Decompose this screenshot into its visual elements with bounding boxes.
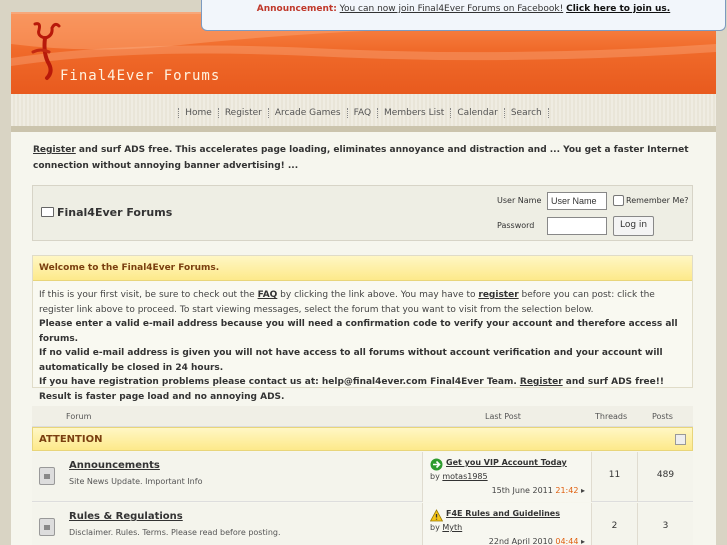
post-count: 3 [662,521,669,531]
forum-home-title[interactable]: Final4Ever Forums [41,206,172,219]
contact-notice: If you have registration problems please… [39,377,520,387]
email-warning: If no valid e-mail address is given you … [39,348,663,373]
last-post-by: by Myth [430,523,462,532]
remember-me-label: Remember Me? [626,196,689,205]
last-post-date: 15th June 2011 21:42 ▸ [492,486,585,495]
nav-calendar[interactable]: Calendar [450,108,503,118]
nav-arcade-games[interactable]: Arcade Games [267,108,347,118]
main-content: Register and surf ADS free. This acceler… [11,126,716,545]
forum-status-icon [39,467,55,485]
promo-register-link[interactable]: Register [33,145,76,155]
forum-row: Announcements Site News Update. Importan… [32,452,693,502]
username-label: User Name [497,196,542,205]
login-button[interactable]: Log in [613,216,655,236]
forum-row: Rules & Regulations Disclaimer. Rules. T… [32,503,693,545]
nav-register[interactable]: Register [217,108,268,118]
forum-title-link[interactable]: Announcements [69,460,160,471]
welcome-box: Welcome to the Final4Ever Forums. If thi… [32,255,693,402]
last-post-by: by motas1985 [430,472,488,481]
thread-count: 2 [592,503,638,545]
date-text: 22nd April 2010 [488,537,556,545]
announcement-bar: Announcement: You can now join Final4Eve… [201,0,726,31]
forum-table-header: Forum Last Post Threads Posts [32,406,693,427]
login-panel: Final4Ever Forums User Name Remember Me?… [32,185,693,241]
collapse-icon[interactable] [675,434,686,445]
go-to-last-post-icon[interactable]: ▸ [581,537,585,545]
date-text: 15th June 2011 [491,486,556,495]
welcome-text: by clicking the link above. You may have… [277,290,479,300]
site-logo-text[interactable]: Final4Ever Forums [60,68,220,84]
faq-link[interactable]: FAQ [258,290,278,300]
announcement-message-link[interactable]: You can now join Final4Ever Forums on Fa… [340,4,564,14]
thread-count: 11 [592,452,638,502]
category-title[interactable]: ATTENTION [39,434,102,445]
remember-me-checkbox[interactable] [613,195,624,206]
welcome-text: If this is your first visit, be sure to … [39,290,258,300]
by-label: by [430,472,443,481]
forum-title-link[interactable]: Rules & Regulations [69,511,183,522]
col-last-post: Last Post [485,412,521,421]
nav-members-list[interactable]: Members List [377,108,450,118]
last-post-title-link[interactable]: Get you VIP Account Today [446,458,567,467]
welcome-body: If this is your first visit, be sure to … [33,281,692,411]
register-ads-free-link[interactable]: Register [520,377,563,387]
last-post-cell: Get you VIP Account Today by motas1985 1… [422,452,592,502]
go-to-last-post-icon[interactable]: ▸ [581,486,585,495]
nav-search[interactable]: Search [503,108,549,118]
forum-home-title-label: Final4Ever Forums [57,206,173,219]
last-post-user-link[interactable]: motas1985 [442,472,487,481]
folder-icon [41,207,54,217]
register-link[interactable]: register [478,290,518,300]
password-input[interactable] [547,217,607,235]
col-forum: Forum [66,412,92,421]
forum-description: Disclaimer. Rules. Terms. Please read be… [69,528,281,537]
username-input[interactable] [547,192,607,210]
by-label: by [430,523,443,532]
time-text: 04:44 [555,537,579,545]
green-arrow-icon [430,458,443,471]
category-attention: ATTENTION [32,427,693,451]
main-navbar: Home Register Arcade Games FAQ Members List C… [11,94,716,130]
col-posts: Posts [652,412,673,421]
time-text: 21:42 [555,486,579,495]
last-post-date: 22nd April 2010 04:44 ▸ [489,537,585,545]
forum-description: Site News Update. Important Info [69,477,203,486]
nav-faq[interactable]: FAQ [346,108,377,118]
last-post-title-link[interactable]: F4E Rules and Guidelines [446,509,560,518]
password-label: Password [497,221,535,230]
promo-message: and surf ADS free. This accelerates page… [33,145,689,171]
nav-home[interactable]: Home [178,108,218,118]
forum-status-icon [39,518,55,536]
welcome-title: Welcome to the Final4Ever Forums. [33,256,692,281]
forum-table: Forum Last Post Threads Posts ATTENTION … [32,406,693,545]
promo-text: Register and surf ADS free. This acceler… [33,142,693,174]
announcement-label: Announcement: [256,4,337,14]
post-count: 489 [656,470,675,480]
facebook-join-link[interactable]: Click here to join us. [566,4,670,14]
site-logo-icon[interactable] [25,20,65,82]
warning-icon [430,509,443,522]
email-notice: Please enter a valid e-mail address beca… [39,319,678,344]
last-post-cell: F4E Rules and Guidelines by Myth 22nd Ap… [422,503,592,545]
last-post-user-link[interactable]: Myth [442,523,462,532]
col-threads: Threads [595,412,628,421]
